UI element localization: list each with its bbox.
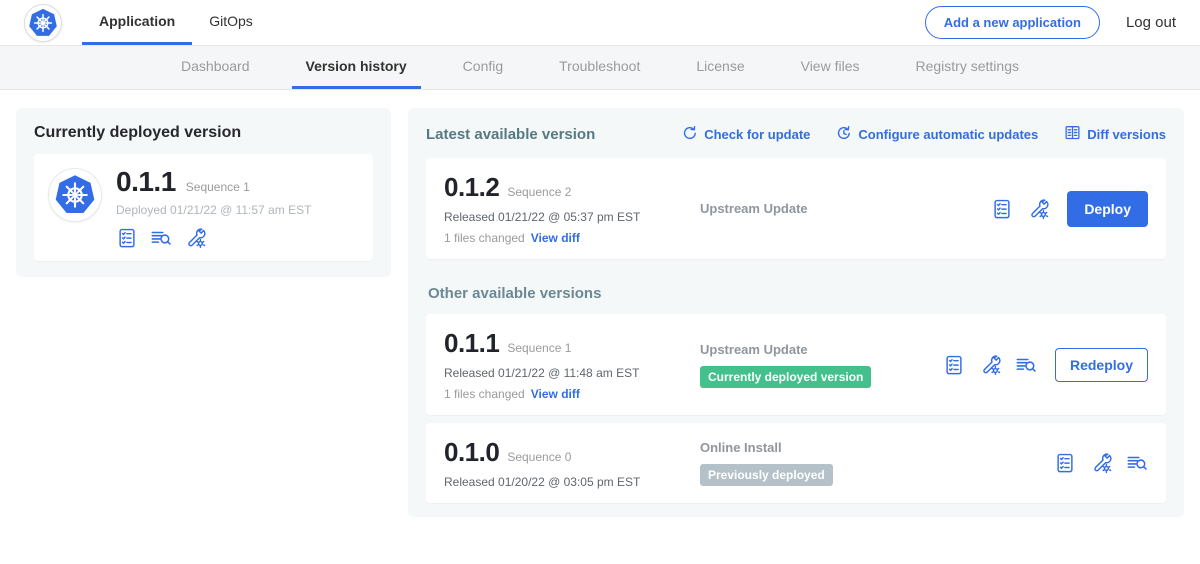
version-number: 0.1.0 — [444, 437, 499, 468]
diff-icon — [1064, 124, 1081, 144]
available-versions-panel: Latest available version Check for updat… — [408, 108, 1184, 517]
view-logs-icon[interactable] — [1126, 452, 1148, 474]
files-changed-label: 1 files changed — [444, 231, 525, 245]
check-for-update-label: Check for update — [704, 127, 810, 142]
release-notes-icon[interactable] — [1054, 452, 1076, 474]
released-timestamp: Released 01/20/22 @ 03:05 pm EST — [444, 475, 696, 489]
tab-troubleshoot-label: Troubleshoot — [559, 58, 640, 74]
diff-versions-link[interactable]: Diff versions — [1064, 124, 1166, 144]
top-tab-application[interactable]: Application — [82, 0, 192, 45]
tab-version-history[interactable]: Version history — [292, 46, 421, 89]
view-diff-link[interactable]: View diff — [531, 387, 580, 401]
tab-dashboard[interactable]: Dashboard — [167, 46, 264, 89]
kubernetes-logo — [24, 4, 62, 42]
top-tab-application-label: Application — [99, 13, 175, 29]
deployed-version-info: 0.1.1 Sequence 1 Deployed 01/21/22 @ 11:… — [116, 166, 311, 249]
tab-config[interactable]: Config — [449, 46, 517, 89]
check-for-update-link[interactable]: Check for update — [682, 125, 810, 144]
currently-deployed-panel: Currently deployed version 0.1.1 Sequenc… — [16, 108, 391, 277]
version-source-label: Upstream Update — [700, 342, 943, 357]
version-card-0-1-1: 0.1.1 Sequence 1 Released 01/21/22 @ 11:… — [426, 314, 1166, 415]
tab-troubleshoot[interactable]: Troubleshoot — [545, 46, 654, 89]
top-tab-gitops-label: GitOps — [209, 13, 253, 29]
other-available-versions-title: Other available versions — [428, 285, 1166, 302]
diff-versions-label: Diff versions — [1087, 127, 1166, 142]
tab-view-files-label: View files — [801, 58, 860, 74]
top-nav-right: Add a new application Log out — [925, 0, 1176, 45]
edit-config-icon[interactable] — [184, 227, 206, 249]
deployed-timestamp: Deployed 01/21/22 @ 11:57 am EST — [116, 203, 311, 217]
top-nav: Application GitOps Add a new application… — [0, 0, 1200, 46]
logout-link[interactable]: Log out — [1126, 14, 1176, 31]
edit-config-icon[interactable] — [979, 354, 1001, 376]
tab-config-label: Config — [463, 58, 503, 74]
version-source-label: Online Install — [700, 440, 1054, 455]
version-actions: Check for update Configure automatic upd… — [682, 124, 1166, 144]
version-card-0-1-0: 0.1.0 Sequence 0 Released 01/20/22 @ 03:… — [426, 423, 1166, 503]
sequence-label: Sequence 1 — [507, 341, 571, 355]
top-tab-gitops[interactable]: GitOps — [192, 0, 270, 45]
tab-version-history-label: Version history — [306, 58, 407, 74]
version-number: 0.1.2 — [444, 172, 499, 203]
currently-deployed-card: 0.1.1 Sequence 1 Deployed 01/21/22 @ 11:… — [34, 154, 373, 261]
auto-update-icon — [836, 125, 852, 144]
currently-deployed-badge: Currently deployed version — [700, 366, 871, 388]
released-timestamp: Released 01/21/22 @ 05:37 pm EST — [444, 210, 696, 224]
tab-dashboard-label: Dashboard — [181, 58, 250, 74]
currently-deployed-title: Currently deployed version — [34, 124, 373, 142]
previously-deployed-badge: Previously deployed — [700, 464, 833, 486]
view-logs-icon[interactable] — [150, 227, 172, 249]
sequence-label: Sequence 0 — [507, 450, 571, 464]
release-notes-icon[interactable] — [116, 227, 138, 249]
add-application-button[interactable]: Add a new application — [925, 6, 1100, 39]
deploy-button[interactable]: Deploy — [1067, 191, 1148, 227]
release-notes-icon[interactable] — [943, 354, 965, 376]
redeploy-button[interactable]: Redeploy — [1055, 348, 1148, 382]
edit-config-icon[interactable] — [1027, 198, 1049, 220]
configure-automatic-updates-link[interactable]: Configure automatic updates — [836, 125, 1038, 144]
latest-available-title: Latest available version — [426, 126, 595, 143]
deployed-version-number: 0.1.1 — [116, 166, 176, 198]
app-sub-nav: Dashboard Version history Config Trouble… — [0, 46, 1200, 90]
tab-license[interactable]: License — [682, 46, 758, 89]
tab-registry-settings[interactable]: Registry settings — [902, 46, 1033, 89]
edit-config-icon[interactable] — [1090, 452, 1112, 474]
refresh-icon — [682, 125, 698, 144]
version-source-label: Upstream Update — [700, 201, 991, 216]
view-logs-icon[interactable] — [1015, 354, 1037, 376]
configure-automatic-updates-label: Configure automatic updates — [858, 127, 1038, 142]
files-changed-label: 1 files changed — [444, 387, 525, 401]
tab-license-label: License — [696, 58, 744, 74]
deployed-sequence-label: Sequence 1 — [186, 180, 250, 194]
sequence-label: Sequence 2 — [507, 185, 571, 199]
released-timestamp: Released 01/21/22 @ 11:48 am EST — [444, 366, 696, 380]
tab-registry-settings-label: Registry settings — [916, 58, 1019, 74]
view-diff-link[interactable]: View diff — [531, 231, 580, 245]
tab-view-files[interactable]: View files — [787, 46, 874, 89]
release-notes-icon[interactable] — [991, 198, 1013, 220]
app-kubernetes-icon — [48, 168, 102, 222]
main-content: Currently deployed version 0.1.1 Sequenc… — [0, 90, 1200, 535]
version-number: 0.1.1 — [444, 328, 499, 359]
version-card-0-1-2: 0.1.2 Sequence 2 Released 01/21/22 @ 05:… — [426, 158, 1166, 259]
